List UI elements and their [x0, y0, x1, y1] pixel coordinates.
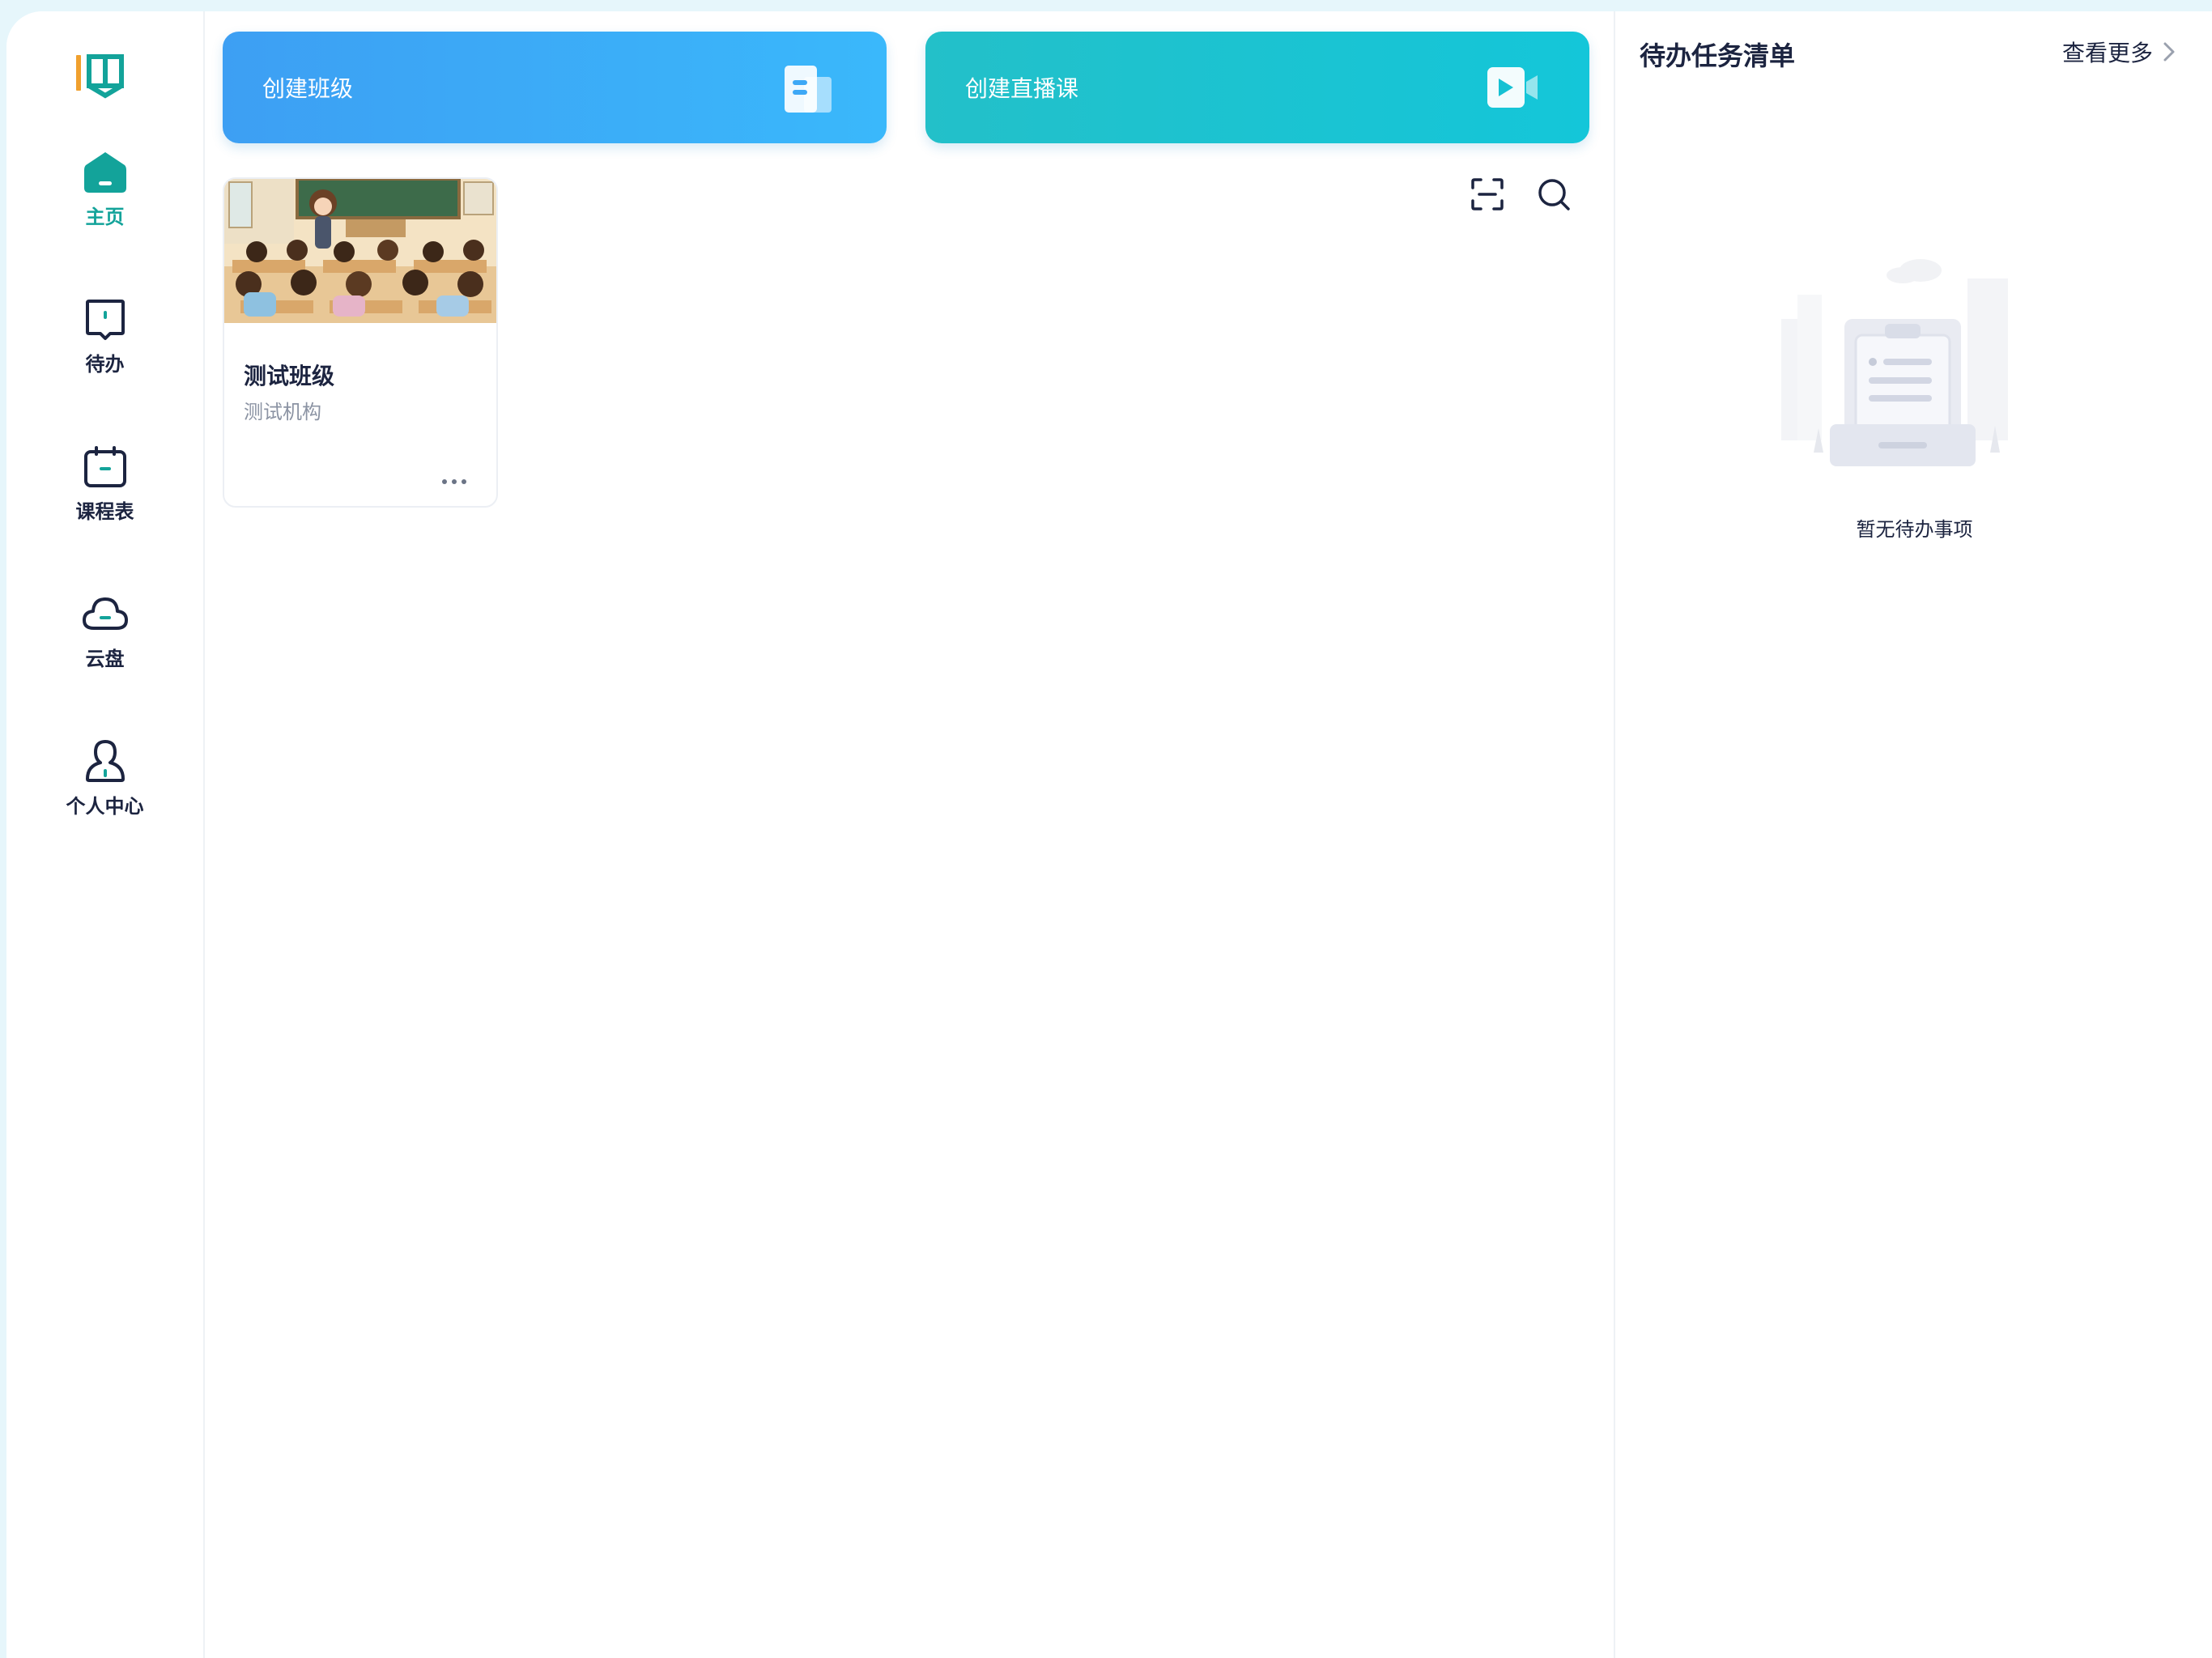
class-card[interactable]: 测试班级 测试机构 [223, 177, 498, 508]
todo-panel-title: 待办任务清单 [1640, 40, 1796, 71]
sidebar-item-label: 云盘 [85, 648, 125, 670]
user-icon [85, 740, 125, 782]
sidebar-item-profile[interactable]: 个人中心 [6, 738, 203, 835]
create-class-label: 创建班级 [262, 75, 354, 102]
sidebar-item-label: 课程表 [75, 500, 134, 523]
sidebar-item-label: 个人中心 [66, 795, 144, 818]
calendar-icon [83, 446, 126, 487]
cloud-icon [82, 597, 128, 630]
class-org: 测试机构 [244, 401, 321, 423]
classroom-illustration [224, 179, 496, 323]
sidebar-item-label: 主页 [85, 206, 125, 228]
home-icon [83, 152, 126, 193]
sidebar-item-cloud[interactable]: 云盘 [6, 591, 203, 688]
view-more-link[interactable]: 查看更多 [2062, 36, 2179, 68]
empty-clipboard-illustration [1781, 259, 2008, 466]
create-class-button[interactable]: 创建班级 [223, 32, 887, 143]
app-window: 主页 待办 课程表 云盘 个人中心 创建班级 创建直播课 测试班级 测试机构 待… [6, 11, 2212, 1658]
sidebar-item-todo[interactable]: 待办 [6, 296, 203, 393]
empty-state-text: 暂无待办事项 [1856, 518, 1973, 541]
book-todo-icon [85, 300, 125, 340]
todo-panel: 待办任务清单 查看更多 暂无待办事项 [1614, 11, 2212, 1658]
search-icon[interactable] [1534, 175, 1573, 214]
main-content: 创建班级 创建直播课 测试班级 测试机构 [205, 11, 1612, 1658]
create-live-class-button[interactable]: 创建直播课 [925, 32, 1589, 143]
class-name: 测试班级 [244, 363, 335, 389]
sidebar: 主页 待办 课程表 云盘 个人中心 [6, 11, 205, 1658]
building-icon [785, 66, 832, 113]
book-logo-icon [76, 54, 124, 99]
create-live-class-label: 创建直播课 [965, 75, 1079, 102]
chevron-right-icon [2163, 42, 2175, 62]
sidebar-item-home[interactable]: 主页 [6, 149, 203, 246]
sidebar-item-label: 待办 [85, 353, 125, 376]
sidebar-item-schedule[interactable]: 课程表 [6, 444, 203, 541]
view-more-label: 查看更多 [2062, 40, 2154, 66]
scan-icon[interactable] [1468, 175, 1507, 214]
video-icon [1487, 67, 1538, 108]
more-icon[interactable] [435, 472, 474, 491]
